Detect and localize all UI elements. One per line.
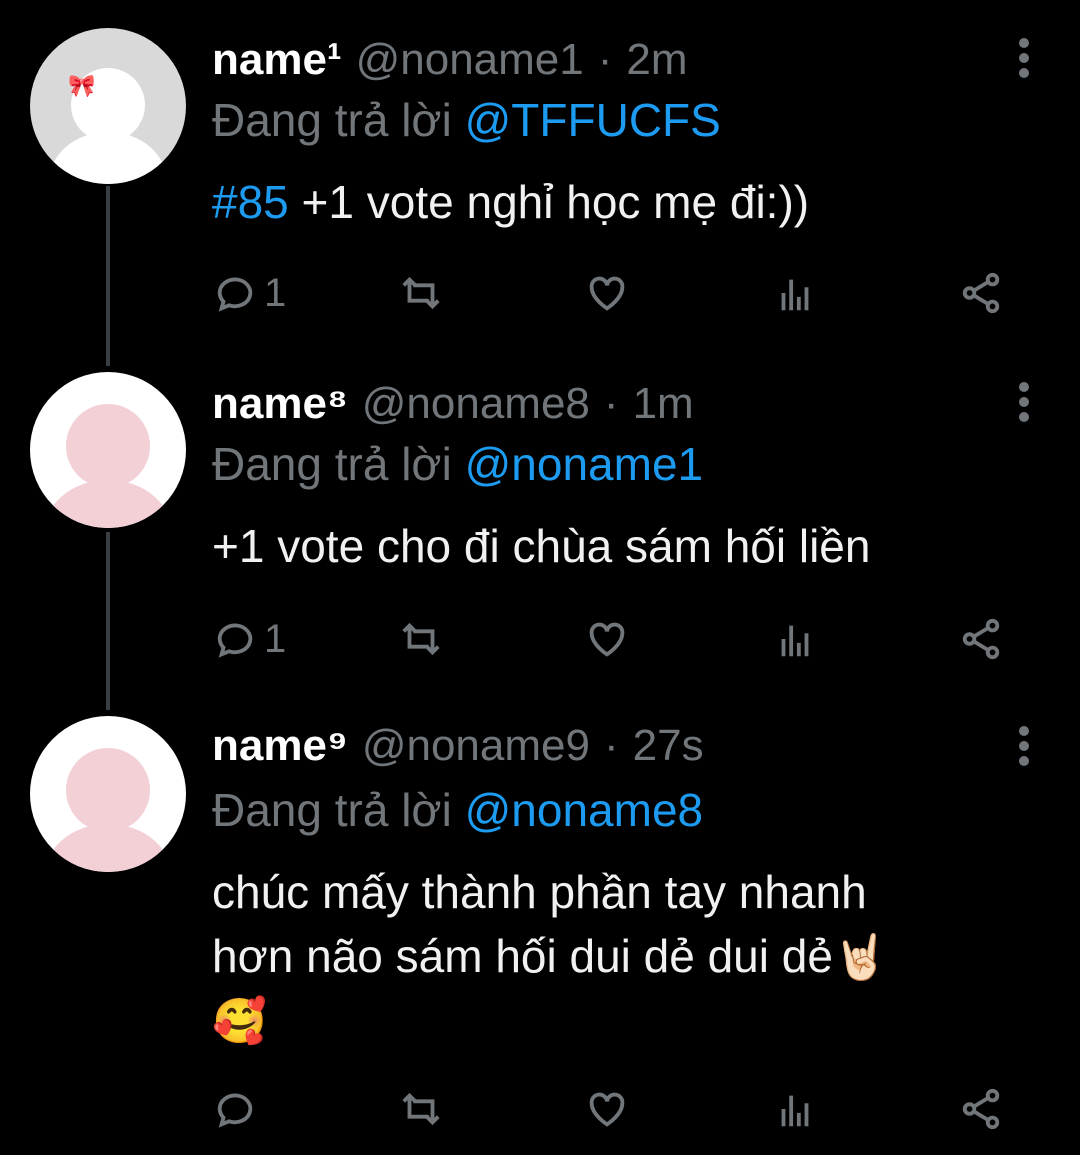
replying-to-label: Đang trả lời [212,94,452,146]
timestamp[interactable]: 27s [633,721,704,770]
retweet-button[interactable] [398,268,444,318]
tweet-header: name⁹ @noname9 · 27s [212,716,704,776]
more-options-icon[interactable] [1018,382,1030,422]
rock-on-emoji: 🤘🏻 [832,933,888,982]
timestamp[interactable]: 2m [626,35,687,84]
display-name[interactable]: name⁹ [212,721,348,770]
share-button[interactable] [958,614,1004,664]
tweet[interactable]: 🎀 name¹ @noname1 · 2m Đang trả lời @TFFU… [0,28,1080,348]
avatar-head [66,404,150,488]
retweet-button[interactable] [398,1084,444,1134]
avatar-body [49,132,167,184]
hashtag-link[interactable]: #85 [212,176,289,228]
analytics-icon [781,1095,809,1127]
tweet-text-line: +1 vote cho đi chùa sám hối liền [212,520,871,572]
avatar[interactable] [30,372,186,528]
replying-to-label: Đang trả lời [212,438,452,490]
avatar-body [43,824,173,872]
tweet-header: name¹ @noname1 · 2m [212,30,688,90]
analytics-icon [781,279,809,311]
avatar-head [66,748,150,832]
replying-to: Đang trả lời @noname1 [212,434,703,494]
more-options-icon[interactable] [1018,726,1030,766]
tweet-text: +1 vote cho đi chùa sám hối liền [212,514,870,578]
action-bar [212,1084,1012,1134]
like-button[interactable] [584,614,630,664]
reply-count: 1 [264,616,287,661]
user-handle[interactable]: @noname8 [362,379,590,428]
heart-icon [589,622,625,657]
user-handle[interactable]: @noname1 [356,35,584,84]
display-name[interactable]: name¹ [212,35,342,84]
tweet-text-line: hơn não sám hối dui dẻ dui dẻ [212,930,833,982]
like-button[interactable] [584,1084,630,1134]
action-bar: 1 [212,614,1012,664]
reply-mention-link[interactable]: @TFFUCFS [465,94,721,146]
smiling-hearts-emoji: 🥰 [212,997,267,1046]
avatar[interactable]: 🎀 [30,28,186,184]
retweet-button[interactable] [398,614,444,664]
tweet-text-line: chúc mấy thành phần tay nhanh [212,866,867,918]
reply-button[interactable] [212,1084,264,1134]
tweet-text-line: +1 vote nghỉ học mẹ đi:)) [288,176,810,228]
separator: · [603,379,619,428]
retweet-icon [402,622,440,656]
retweet-icon [402,1092,440,1126]
share-button[interactable] [958,1084,1004,1134]
share-icon [962,272,1000,314]
more-options-icon[interactable] [1018,38,1030,78]
action-bar: 1 [212,268,1012,318]
reply-bubble-icon [217,1093,253,1128]
tweet[interactable]: name⁸ @noname8 · 1m Đang trả lời @noname… [0,372,1080,692]
tweet-text: chúc mấy thành phần tay nhanh hơn não sá… [212,860,888,1054]
views-button[interactable] [772,614,818,664]
heart-icon [589,276,625,311]
reply-bubble-icon [217,277,253,312]
replying-to: Đang trả lời @noname8 [212,780,703,840]
share-button[interactable] [958,268,1004,318]
user-handle[interactable]: @noname9 [362,721,590,770]
replying-to-label: Đang trả lời [212,784,452,836]
avatar[interactable] [30,716,186,872]
views-button[interactable] [772,268,818,318]
retweet-icon [402,276,440,310]
replying-to: Đang trả lời @TFFUCFS [212,90,721,150]
avatar-body [43,480,173,528]
like-button[interactable] [584,268,630,318]
tweet-text: #85 +1 vote nghỉ học mẹ đi:)) [212,170,809,234]
tweet-header: name⁸ @noname8 · 1m [212,374,694,434]
views-button[interactable] [772,1084,818,1134]
separator: · [597,35,613,84]
display-name[interactable]: name⁸ [212,379,348,428]
reply-count: 1 [264,270,287,315]
reply-button[interactable]: 1 [212,614,286,664]
reply-button[interactable]: 1 [212,268,286,318]
bow-icon: 🎀 [68,74,96,99]
share-icon [962,618,1000,660]
reply-mention-link[interactable]: @noname8 [465,784,704,836]
heart-icon [589,1092,625,1127]
share-icon [962,1088,1000,1130]
separator: · [603,721,619,770]
timestamp[interactable]: 1m [633,379,694,428]
analytics-icon [781,625,809,657]
reply-mention-link[interactable]: @noname1 [465,438,704,490]
reply-bubble-icon [217,623,253,658]
tweet[interactable]: name⁹ @noname9 · 27s Đang trả lời @nonam… [0,716,1080,1136]
